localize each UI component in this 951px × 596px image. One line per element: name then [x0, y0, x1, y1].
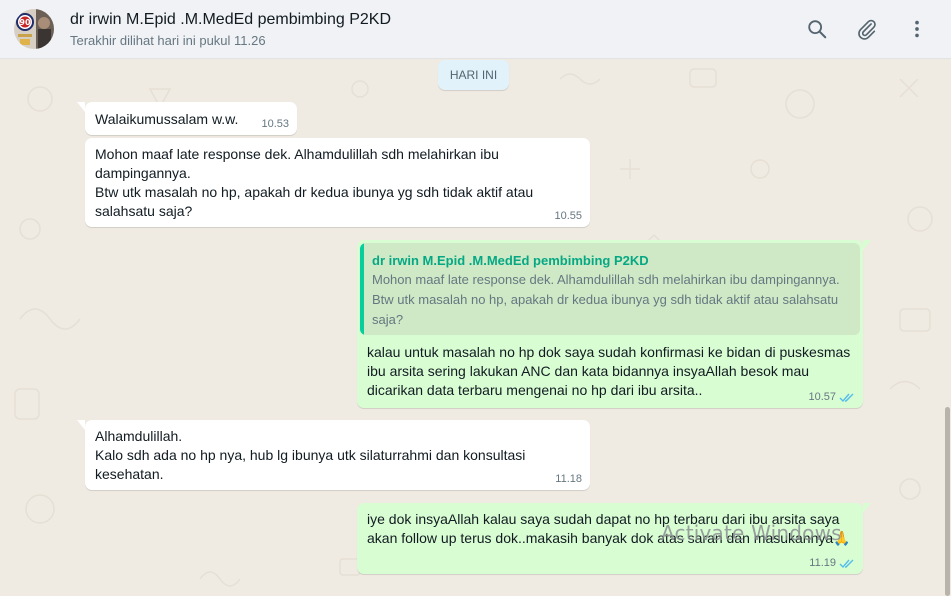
message-meta: 11.18: [555, 472, 582, 486]
quoted-author: dr irwin M.Epid .M.MedEd pembimbing P2KD: [372, 253, 649, 268]
bubble-tail: [863, 240, 871, 250]
quoted-message[interactable]: dr irwin M.Epid .M.MedEd pembimbing P2KD…: [360, 243, 860, 335]
search-icon: [808, 20, 827, 39]
chat-header: 90 dr irwin M.Epid .M.MedEd pembimbing P…: [0, 0, 951, 59]
chat-scrollbar[interactable]: [945, 407, 950, 596]
last-seen-status: Terakhir dilihat hari ini pukul 11.26: [70, 33, 266, 48]
bubble-tail: [77, 102, 85, 112]
menu-button[interactable]: [902, 14, 932, 44]
whatsapp-window: 90 dr irwin M.Epid .M.MedEd pembimbing P…: [0, 0, 951, 596]
message-text: Alhamdulillah. Kalo sdh ada no hp nya, h…: [95, 428, 526, 482]
message-incoming[interactable]: Walaikumussalam w.w. 10.53: [77, 102, 297, 135]
message-meta: 10.57: [808, 390, 855, 404]
message-time: 11.19: [809, 557, 836, 569]
message-text: kalau untuk masalah no hp dok saya sudah…: [367, 344, 851, 398]
message-incoming[interactable]: Alhamdulillah. Kalo sdh ada no hp nya, h…: [77, 420, 590, 490]
double-check-read-icon: [839, 393, 854, 402]
quote-accent-bar: [360, 243, 364, 335]
bubble-tail: [863, 503, 871, 513]
message-outgoing-reply[interactable]: dr irwin M.Epid .M.MedEd pembimbing P2KD…: [357, 240, 871, 408]
message-meta: 10.53: [261, 117, 289, 131]
message-text: Mohon maaf late response dek. Alhamdulil…: [95, 146, 534, 219]
double-check-read-icon: [839, 559, 854, 568]
contact-info[interactable]: dr irwin M.Epid .M.MedEd pembimbing P2KD…: [70, 10, 391, 50]
quoted-text: Mohon maaf late response dek. Alhamdulil…: [372, 272, 840, 327]
message-text: Walaikumussalam w.w.: [95, 111, 239, 127]
message-time: 10.53: [261, 118, 289, 130]
message-time: 10.55: [554, 210, 582, 222]
message-time: 11.18: [555, 473, 582, 485]
more-vertical-icon: [915, 20, 919, 38]
bubble-tail: [77, 420, 85, 430]
contact-name: dr irwin M.Epid .M.MedEd pembimbing P2KD: [70, 11, 392, 28]
message-list[interactable]: HARI INI Walaikumussalam w.w. 10.53 Moho…: [0, 59, 951, 596]
paperclip-icon: [858, 19, 876, 40]
date-chip: HARI INI: [438, 60, 509, 90]
message-meta: 10.55: [554, 209, 582, 223]
message-meta: 11.19: [809, 556, 855, 570]
attach-button[interactable]: [852, 14, 882, 44]
contact-avatar[interactable]: 90: [14, 9, 54, 49]
message-incoming[interactable]: Mohon maaf late response dek. Alhamdulil…: [85, 138, 590, 227]
search-button[interactable]: [802, 14, 832, 44]
avatar-badge: 90: [19, 18, 31, 27]
avatar-image: 90: [14, 9, 54, 49]
message-time: 10.57: [808, 391, 836, 403]
windows-activation-watermark: Activate Windows: [661, 521, 842, 545]
